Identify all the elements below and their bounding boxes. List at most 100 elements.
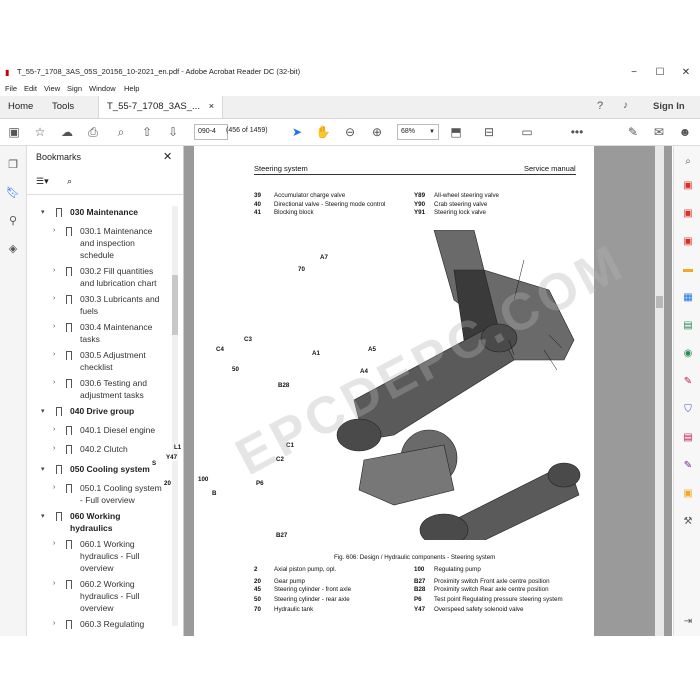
figure-callout: 70 [298,266,305,273]
menu-file[interactable]: File [5,84,17,93]
organize-pages-icon[interactable]: ▦ [682,292,694,304]
zoom-out-icon[interactable]: ⊖ [341,123,359,141]
bookmark-label: 060.2 Working hydraulics - Full overview [80,579,140,613]
more-tools-icon[interactable]: ⚒ [682,516,694,528]
chevron-right-icon[interactable]: › [53,295,55,302]
chevron-down-icon[interactable]: ▾ [41,465,45,473]
document-scroll-thumb[interactable] [656,296,663,308]
legend-text: Blocking block [274,209,314,216]
page-count: (456 of 1459) [226,127,268,134]
divider [27,194,183,195]
bookmark-flag-icon [66,484,72,493]
chevron-down-icon[interactable]: ▾ [41,208,45,216]
save-icon[interactable]: ▣ [5,123,23,141]
menu-sign[interactable]: Sign [67,84,82,93]
chevron-right-icon[interactable]: › [53,267,55,274]
create-pdf-icon[interactable]: ▣ [682,180,694,192]
print-icon[interactable]: ⎙ [84,123,102,141]
menu-edit[interactable]: Edit [24,84,37,93]
bookmark-label: 050.1 Cooling system - Full overview [80,483,162,505]
figure-callout: L1 [174,444,182,451]
menu-help[interactable]: Help [124,84,139,93]
tab-close-icon[interactable]: × [209,101,215,112]
legend-code: 70 [254,606,261,613]
zoom-select[interactable]: 68% ▼ [397,124,439,140]
edit-pdf-icon[interactable]: ▣ [682,236,694,248]
chevron-down-icon[interactable]: ▾ [41,512,45,520]
chevron-right-icon[interactable]: › [53,426,55,433]
chevron-right-icon[interactable]: › [53,484,55,491]
prepare-form-icon[interactable]: ▤ [682,432,694,444]
chevron-right-icon[interactable]: › [53,227,55,234]
figure-callout: C3 [244,336,252,343]
chevron-right-icon[interactable]: › [53,620,55,627]
zoom-search-icon[interactable]: ⌕ [112,123,130,141]
figure-callout: 100 [198,476,209,483]
export-pdf-icon[interactable]: ▣ [682,208,694,220]
layers-icon[interactable]: ◈ [5,242,21,258]
page-number-input[interactable]: 090-4 [194,124,228,140]
page-up-icon[interactable]: ⇧ [138,123,156,141]
upload-icon[interactable]: ☁ [58,123,76,141]
bookmark-flag-icon [66,351,72,360]
sign-in-button[interactable]: Sign In [653,101,685,112]
minimize-button[interactable]: − [622,65,646,81]
mail-icon[interactable]: ✉ [650,123,668,141]
chevron-right-icon[interactable]: › [53,580,55,587]
chevron-right-icon[interactable]: › [53,379,55,386]
star-icon[interactable]: ☆ [31,123,49,141]
tab-document[interactable]: T_55-7_1708_3AS_... × [98,96,224,118]
menu-view[interactable]: View [44,84,60,93]
bell-icon[interactable]: ♪ [623,100,628,111]
send-comment-icon[interactable]: ▣ [682,488,694,500]
figure-callout: A5 [368,346,376,353]
legend-text: Hydraulic tank [274,606,314,613]
attachment-icon[interactable]: ⚲ [5,214,21,230]
maximize-button[interactable]: ☐ [648,65,672,81]
page-fit-icon[interactable]: ⬒ [447,123,465,141]
more-icon[interactable]: ••• [568,123,586,141]
search-icon[interactable]: ⌕ [682,156,694,168]
title-bar: ▮ T_55-7_1708_3AS_05S_20156_10-2021_en.p… [0,62,700,84]
menu-window[interactable]: Window [89,84,116,93]
page-thumbnails-icon[interactable]: ❐ [5,158,21,174]
legend-code: 40 [254,201,261,208]
protect-icon[interactable]: ⛉ [682,404,694,416]
legend-text2: Crab steering valve [434,201,488,208]
share-user-icon[interactable]: ☻ [676,123,694,141]
scan-icon[interactable]: ◉ [682,348,694,360]
chevron-right-icon[interactable]: › [53,445,55,452]
legend-code2: Y90 [414,201,426,208]
chevron-down-icon[interactable]: ▾ [41,407,45,415]
sign-pen-icon[interactable]: ✎ [624,123,642,141]
zoom-in-icon[interactable]: ⊕ [368,123,386,141]
scroll-mode-icon[interactable]: ⊟ [480,123,498,141]
collapse-pane-icon[interactable]: ⇥ [682,616,694,628]
figure-caption: Fig. 606: Design / Hydraulic components … [334,554,496,561]
fill-sign-icon[interactable]: ✎ [682,376,694,388]
help-icon[interactable]: ? [597,100,603,112]
request-signature-icon[interactable]: ✎ [682,460,694,472]
select-cursor-icon[interactable]: ➤ [288,123,306,141]
bookmark-options-icon[interactable]: ☰▾ [36,176,49,187]
document-scrollbar[interactable] [655,146,664,636]
close-button[interactable]: ✕ [674,65,698,81]
close-panel-icon[interactable]: ✕ [163,150,172,163]
legend-text2: Overspeed safety solenoid valve [434,606,524,613]
comment-icon[interactable]: ▭ [518,123,536,141]
bookmark-icon[interactable]: 🔖︎ [5,186,21,202]
chevron-right-icon[interactable]: › [53,323,55,330]
bookmark-label: 040 Drive group [70,406,135,416]
bookmarks-scroll-thumb[interactable] [172,275,178,335]
find-bookmark-icon[interactable]: ⌕ [67,176,72,187]
page-down-icon[interactable]: ⇩ [164,123,182,141]
compress-icon[interactable]: ▤ [682,320,694,332]
chevron-right-icon[interactable]: › [53,540,55,547]
legend-code2: P6 [414,596,422,603]
tab-tools[interactable]: Tools [44,96,82,118]
chevron-right-icon[interactable]: › [53,351,55,358]
bookmarks-scrollbar[interactable] [172,206,178,626]
hand-icon[interactable]: ✋ [314,123,332,141]
tab-home[interactable]: Home [0,96,41,118]
comment-tool-icon[interactable]: ▬ [682,264,694,276]
